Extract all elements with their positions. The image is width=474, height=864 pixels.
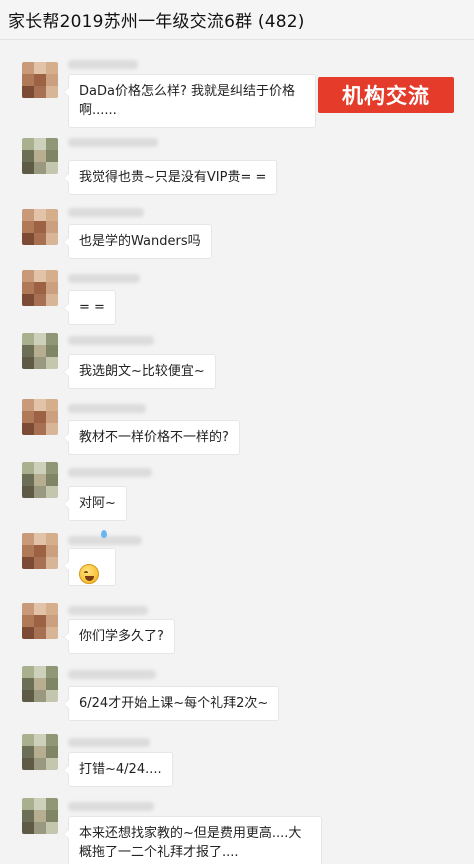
avatar[interactable]: [22, 603, 58, 639]
message-bubble: 也是学的Wanders吗: [63, 224, 212, 259]
message-bubble: 我选朗文~比较便宜~: [63, 354, 216, 389]
sender-name-blurred: [68, 138, 158, 147]
message-bubble: 打错~4/24....: [63, 752, 173, 787]
avatar[interactable]: [22, 209, 58, 245]
avatar[interactable]: [22, 462, 58, 498]
avatar[interactable]: [22, 333, 58, 369]
avatar[interactable]: [22, 138, 58, 174]
avatar[interactable]: [22, 62, 58, 98]
message-bubble: 教材不一样价格不一样的?: [63, 420, 240, 455]
sender-name-blurred: [68, 404, 146, 413]
avatar[interactable]: [22, 798, 58, 834]
message-bubble: DaDa价格怎么样? 我就是纠结于价格 啊......: [63, 74, 316, 128]
avatar[interactable]: [22, 666, 58, 702]
sender-name-blurred: [68, 60, 138, 69]
avatar[interactable]: [22, 734, 58, 770]
message-bubble: [63, 529, 116, 586]
sender-name-blurred: [68, 336, 154, 345]
message-bubble: 本来还想找家教的~但是费用更高....大 概拖了一二个礼拜才报了....: [63, 816, 322, 864]
sender-name-blurred: [68, 274, 140, 283]
avatar[interactable]: [22, 399, 58, 435]
sender-name-blurred: [68, 208, 144, 217]
message-bubble: 我觉得也贵~只是没有VIP贵= =: [62, 160, 278, 195]
category-tag: 机构交流: [318, 77, 454, 113]
chat-header: 家长帮2019苏州一年级交流6群 (482): [0, 0, 474, 40]
avatar[interactable]: [22, 270, 58, 306]
crying-laughing-emoji-icon: [79, 526, 107, 609]
chat-title: 家长帮2019苏州一年级交流6群 (482): [8, 12, 305, 32]
sender-name-blurred: [68, 738, 150, 747]
message-bubble: 对阿~: [63, 486, 127, 521]
message-bubble: = =: [63, 290, 116, 325]
sender-name-blurred: [68, 670, 156, 679]
sender-name-blurred: [68, 802, 154, 811]
message-bubble: 6/24才开始上课~每个礼拜2次~: [62, 686, 280, 721]
sender-name-blurred: [68, 606, 148, 615]
message-bubble: 你们学多久了?: [63, 619, 175, 654]
sender-name-blurred: [68, 468, 152, 477]
avatar[interactable]: [22, 533, 58, 569]
